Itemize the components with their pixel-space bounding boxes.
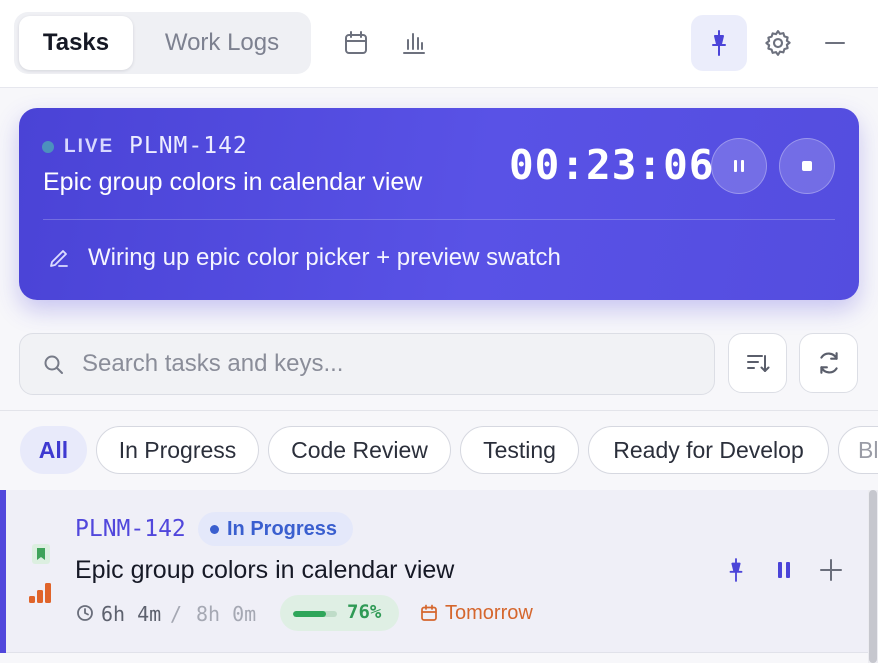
refresh-icon xyxy=(819,352,838,374)
scrollbar[interactable] xyxy=(868,490,878,663)
search-icon xyxy=(44,355,63,374)
stop-button[interactable] xyxy=(779,138,835,194)
status-badge: In Progress xyxy=(198,512,354,546)
filter-chip-all[interactable]: All xyxy=(20,426,87,474)
reports-button[interactable] xyxy=(386,15,442,71)
priority-high-icon xyxy=(29,583,51,603)
pause-icon xyxy=(778,562,790,578)
scrollbar-thumb[interactable] xyxy=(869,490,877,663)
tab-work-logs[interactable]: Work Logs xyxy=(142,16,302,70)
progress-percent: 76% xyxy=(347,601,382,623)
app-header: Tasks Work Logs xyxy=(0,0,878,88)
filter-chip-in-progress[interactable]: In Progress xyxy=(96,426,259,474)
filter-chip-testing[interactable]: Testing xyxy=(460,426,579,474)
plus-icon xyxy=(820,559,842,581)
work-note[interactable]: Wiring up epic color picker + preview sw… xyxy=(88,244,561,272)
live-label: LIVE xyxy=(64,136,115,157)
task-title: Epic group colors in calendar view xyxy=(75,556,455,584)
active-task-accent xyxy=(0,490,6,653)
minimize-button[interactable] xyxy=(807,15,863,71)
pencil-icon xyxy=(50,250,68,267)
calendar-due-icon xyxy=(421,604,437,621)
time-spent: 6h 4m xyxy=(101,602,162,626)
time-separator: / xyxy=(170,602,183,626)
filter-chip-code-review[interactable]: Code Review xyxy=(268,426,451,474)
stop-icon xyxy=(802,161,812,171)
pin-task-button[interactable] xyxy=(718,552,754,588)
pin-icon xyxy=(712,30,726,56)
live-task-key[interactable]: PLNM-142 xyxy=(129,133,248,159)
progress-track xyxy=(293,611,337,617)
sort-button[interactable] xyxy=(728,333,787,393)
bookmark-icon xyxy=(32,544,50,564)
task-row[interactable]: PLNM-142 In Progress Epic group colors i… xyxy=(0,490,868,653)
calendar-button[interactable] xyxy=(328,15,384,71)
search-input[interactable] xyxy=(82,334,702,394)
due-date: Tomorrow xyxy=(445,602,533,624)
progress-fill xyxy=(293,611,327,617)
add-worklog-button[interactable] xyxy=(813,552,849,588)
tab-tasks[interactable]: Tasks xyxy=(19,16,133,70)
filter-chip-blocked[interactable]: Bl xyxy=(838,426,878,474)
filter-chip-ready-for-develop[interactable]: Ready for Develop xyxy=(588,426,829,474)
bar-chart-icon xyxy=(403,33,425,54)
status-filter-bar: All In Progress Code Review Testing Read… xyxy=(0,424,878,476)
sort-icon xyxy=(746,355,769,372)
pin-icon xyxy=(729,558,743,582)
gear-icon xyxy=(765,30,791,56)
status-dot xyxy=(210,524,219,534)
section-divider xyxy=(0,410,878,411)
refresh-button[interactable] xyxy=(799,333,858,393)
settings-button[interactable] xyxy=(750,15,806,71)
time-estimate: 8h 0m xyxy=(196,602,257,626)
clock-icon xyxy=(77,605,93,621)
live-timer-card: LIVE PLNM-142 Epic group colors in calen… xyxy=(19,108,859,300)
live-indicator-dot xyxy=(42,141,54,153)
live-task-title: Epic group colors in calendar view xyxy=(43,168,423,196)
pause-task-button[interactable] xyxy=(766,552,802,588)
elapsed-timer: 00:23:06 xyxy=(509,141,715,189)
calendar-icon xyxy=(345,31,367,54)
pause-button[interactable] xyxy=(711,138,767,194)
pause-icon xyxy=(734,160,744,172)
progress-badge: 76% xyxy=(280,595,399,631)
card-divider xyxy=(43,219,835,220)
view-switcher: Tasks Work Logs xyxy=(14,12,311,74)
task-key[interactable]: PLNM-142 xyxy=(75,516,186,542)
pin-window-button[interactable] xyxy=(691,15,747,71)
status-label: In Progress xyxy=(227,517,338,540)
minimize-icon xyxy=(825,42,845,44)
search-box xyxy=(19,333,715,395)
